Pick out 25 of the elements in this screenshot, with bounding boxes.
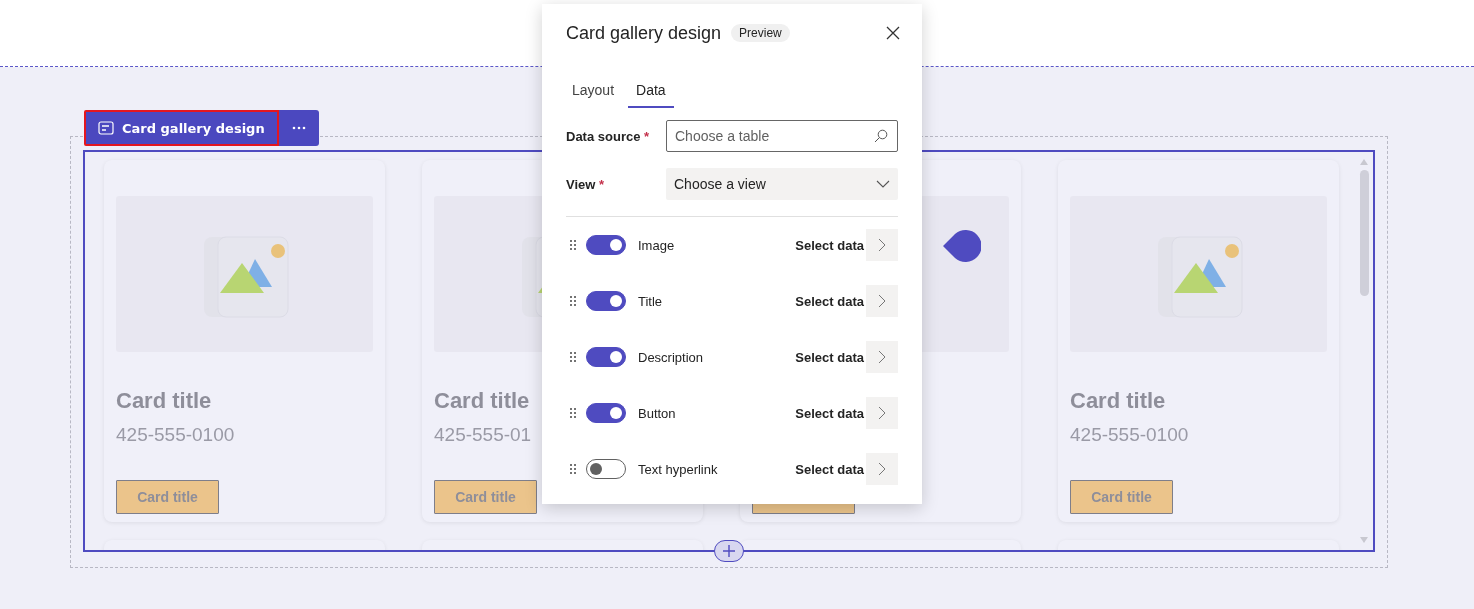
select-data-label: Select data bbox=[795, 237, 864, 253]
search-field[interactable]: Choose a table bbox=[666, 120, 898, 152]
toggle-label: Description bbox=[638, 349, 705, 365]
select-data-label: Select data bbox=[795, 461, 864, 477]
card-title: Card title bbox=[434, 388, 530, 415]
phone-number: 425-555-01 bbox=[434, 424, 532, 447]
select-data-label: Select data bbox=[795, 405, 864, 421]
card-title: Card title bbox=[1070, 388, 1166, 415]
toggle-label: Text hyperlink bbox=[638, 461, 719, 477]
phone-number: 425-555-0100 bbox=[1070, 424, 1189, 447]
phone-number: 425-555-0100 bbox=[116, 424, 235, 447]
dialog-title: Card gallery design bbox=[566, 22, 722, 44]
tab[interactable]: Layout bbox=[564, 76, 623, 108]
toggle-label: Title bbox=[638, 293, 664, 309]
select-data-label: Select data bbox=[795, 349, 864, 365]
select-data-label: Select data bbox=[795, 293, 864, 309]
preview-badge: Preview bbox=[731, 24, 790, 42]
field-label: View * bbox=[566, 176, 606, 192]
toggle-label: Image bbox=[638, 237, 676, 253]
tab[interactable]: Data bbox=[628, 76, 674, 108]
toggle-label: Button bbox=[638, 405, 677, 421]
view-dropdown[interactable]: Choose a view bbox=[666, 168, 898, 200]
component-button[interactable]: Card gallery design bbox=[84, 110, 279, 146]
field-label: Data source * bbox=[566, 128, 651, 144]
card-title: Card title bbox=[116, 388, 212, 415]
